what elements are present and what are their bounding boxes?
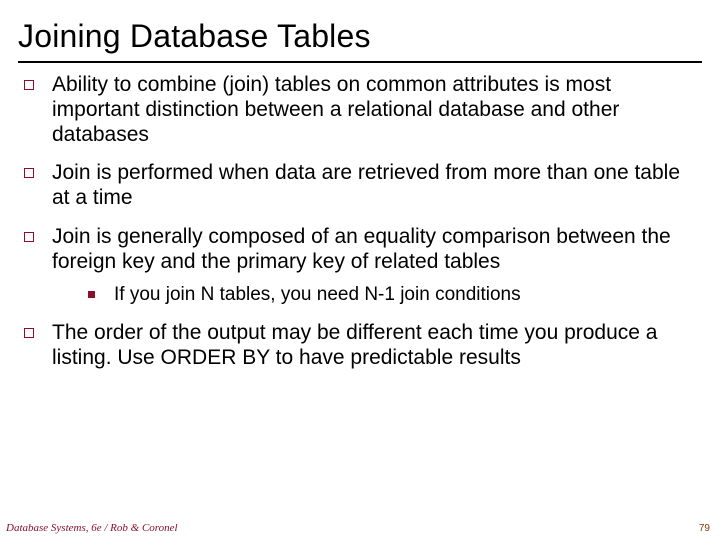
slide: Joining Database Tables Ability to combi… <box>0 0 720 540</box>
list-item: The order of the output may be different… <box>24 321 702 371</box>
page-number: 79 <box>699 523 710 534</box>
bullet-text: Ability to combine (join) tables on comm… <box>52 73 619 146</box>
square-bullet-icon <box>24 328 34 338</box>
slide-title: Joining Database Tables <box>18 18 702 55</box>
square-bullet-icon <box>24 168 34 178</box>
list-item: Join is performed when data are retrieve… <box>24 161 702 211</box>
list-item: Ability to combine (join) tables on comm… <box>24 73 702 147</box>
square-bullet-icon <box>24 80 34 90</box>
list-item: Join is generally composed of an equalit… <box>24 225 702 307</box>
bullet-text: The order of the output may be different… <box>52 321 657 369</box>
sub-list: If you join N tables, you need N-1 join … <box>52 284 702 307</box>
square-bullet-icon <box>24 232 34 242</box>
title-rule <box>18 61 702 63</box>
sub-list-item: If you join N tables, you need N-1 join … <box>88 284 702 307</box>
footer-citation: Database Systems, 6e / Rob & Coronel <box>6 522 178 534</box>
sub-bullet-text: If you join N tables, you need N-1 join … <box>114 284 521 305</box>
bullet-list: Ability to combine (join) tables on comm… <box>18 73 702 371</box>
bullet-text: Join is generally composed of an equalit… <box>52 225 671 273</box>
filled-square-bullet-icon <box>88 291 95 298</box>
bullet-text: Join is performed when data are retrieve… <box>52 161 680 209</box>
